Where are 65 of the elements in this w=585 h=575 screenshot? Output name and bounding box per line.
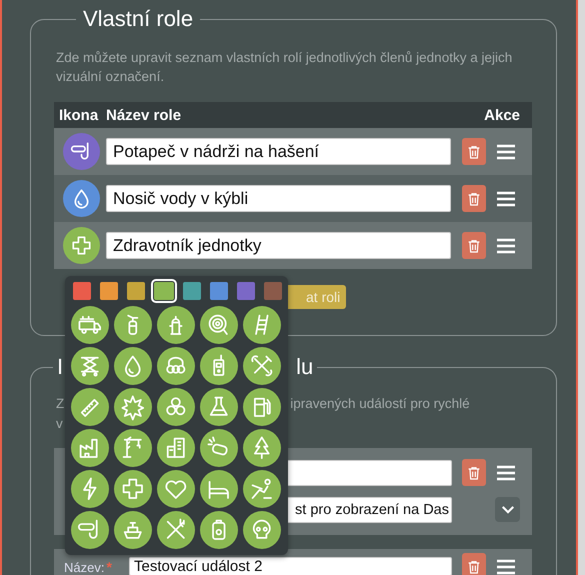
drag-handle-icon[interactable] bbox=[497, 464, 515, 480]
snorkel-icon[interactable] bbox=[63, 133, 100, 170]
section-description: ipravených událostí pro rychlé bbox=[290, 395, 470, 413]
role-name-field[interactable]: Nosič vody v kýbli bbox=[106, 185, 451, 212]
delete-button[interactable] bbox=[462, 185, 486, 212]
section-description: Z bbox=[56, 395, 64, 413]
cross-icon[interactable] bbox=[114, 470, 152, 508]
color-swatch[interactable] bbox=[237, 282, 255, 300]
drop-icon[interactable] bbox=[63, 180, 100, 217]
section-description: v bbox=[56, 415, 63, 433]
canister-icon[interactable] bbox=[200, 511, 238, 549]
lightning-icon[interactable] bbox=[71, 470, 109, 508]
color-swatch[interactable] bbox=[127, 282, 145, 300]
delete-button[interactable] bbox=[462, 138, 486, 165]
hydrant-icon[interactable] bbox=[157, 306, 195, 344]
column-header: Ikona bbox=[58, 106, 100, 124]
hose-icon[interactable] bbox=[200, 306, 238, 344]
delete-button[interactable] bbox=[462, 232, 486, 259]
drag-handle-icon[interactable] bbox=[497, 144, 515, 160]
ship-icon[interactable] bbox=[114, 511, 152, 549]
skull-icon[interactable] bbox=[243, 511, 281, 549]
color-swatch[interactable] bbox=[210, 282, 228, 300]
chevron-down-icon bbox=[500, 505, 514, 514]
delete-button[interactable] bbox=[462, 553, 486, 575]
explosion-icon[interactable] bbox=[114, 388, 152, 426]
column-header: Název role bbox=[106, 106, 182, 124]
drag-handle-icon[interactable] bbox=[497, 558, 515, 574]
role-name-field[interactable]: Zdravotník jednotky bbox=[106, 232, 451, 259]
cross-icon[interactable] bbox=[63, 227, 100, 264]
extinguisher-icon[interactable] bbox=[114, 306, 152, 344]
ladder-icon[interactable] bbox=[243, 306, 281, 344]
role-name-field[interactable]: Potapeč v nádrži na hašení bbox=[106, 138, 451, 165]
color-swatch[interactable] bbox=[100, 282, 118, 300]
required-mark: * bbox=[106, 558, 112, 574]
fire-truck-icon[interactable] bbox=[71, 306, 109, 344]
drag-handle-icon[interactable] bbox=[497, 238, 515, 254]
color-swatch[interactable] bbox=[264, 282, 282, 300]
color-swatch[interactable] bbox=[183, 282, 201, 300]
flask-icon[interactable] bbox=[200, 388, 238, 426]
column-header: Akce bbox=[483, 106, 521, 124]
utensils-icon[interactable] bbox=[157, 511, 195, 549]
name-field[interactable]: Testovací událost 2 bbox=[129, 557, 452, 575]
crane-icon[interactable] bbox=[114, 429, 152, 467]
fall-icon[interactable] bbox=[243, 470, 281, 508]
tools-icon[interactable] bbox=[243, 347, 281, 385]
tree-icon[interactable] bbox=[243, 429, 281, 467]
color-swatch[interactable] bbox=[73, 282, 91, 300]
color-swatch[interactable] bbox=[154, 282, 174, 300]
bed-icon[interactable] bbox=[200, 470, 238, 508]
expand-button[interactable] bbox=[495, 497, 520, 522]
lift-icon[interactable] bbox=[71, 347, 109, 385]
section-description: Zde můžete upravit seznam vlastních rolí jednotlivých členů jednotky a jejich vizuální označení. bbox=[56, 49, 514, 86]
snorkel-icon[interactable] bbox=[71, 511, 109, 549]
building-icon[interactable] bbox=[157, 429, 195, 467]
factory-icon[interactable] bbox=[71, 429, 109, 467]
delete-button[interactable] bbox=[462, 459, 486, 486]
drop-icon[interactable] bbox=[114, 347, 152, 385]
section-title: lu bbox=[296, 354, 314, 380]
biohazard-icon[interactable] bbox=[157, 388, 195, 426]
field-label: Název: bbox=[64, 560, 104, 574]
fuel-pump-icon[interactable] bbox=[243, 388, 281, 426]
section-title: I bbox=[57, 354, 64, 380]
section-title: Vlastní role bbox=[82, 6, 194, 32]
radio-icon[interactable] bbox=[200, 347, 238, 385]
drag-handle-icon[interactable] bbox=[497, 190, 515, 206]
